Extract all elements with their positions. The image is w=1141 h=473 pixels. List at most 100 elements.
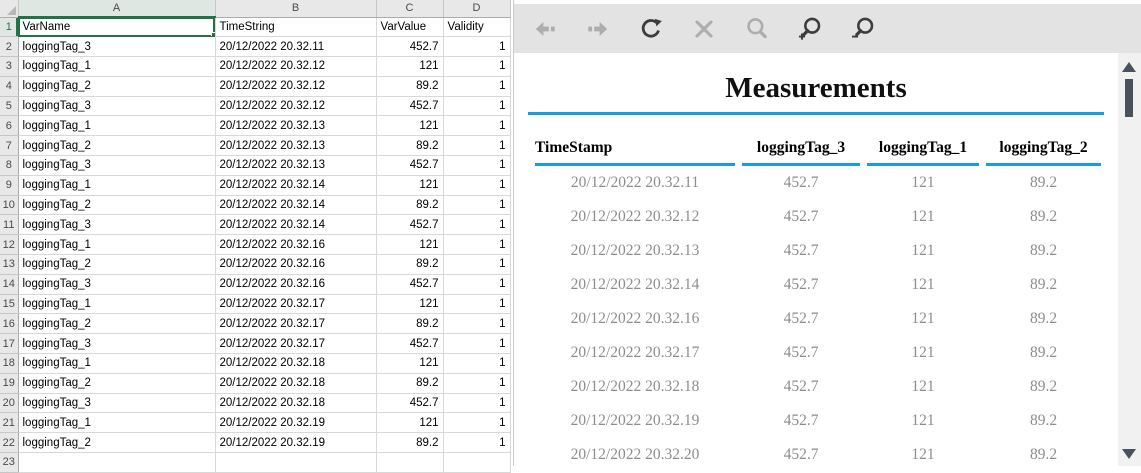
sheet-cell[interactable]: loggingTag_3: [18, 274, 216, 295]
row-number[interactable]: 22: [0, 432, 19, 454]
sheet-cell[interactable]: 20/12/2022 20.32.12: [215, 96, 377, 117]
search-icon[interactable]: [744, 16, 770, 42]
sheet-cell[interactable]: 1: [443, 412, 511, 434]
row-number[interactable]: 18: [0, 353, 19, 374]
row-number[interactable]: 16: [0, 313, 19, 335]
row-number[interactable]: 20: [0, 393, 19, 414]
sheet-cell[interactable]: 121: [376, 234, 444, 256]
sheet-cell[interactable]: 452.7: [376, 155, 444, 176]
scroll-down-arrow-icon[interactable]: [1122, 449, 1136, 459]
column-header-A[interactable]: A: [18, 0, 216, 18]
sheet-cell[interactable]: 121: [376, 412, 444, 434]
sheet-cell[interactable]: 89.2: [376, 373, 444, 394]
sheet-cell[interactable]: loggingTag_1: [18, 412, 216, 434]
sheet-cell[interactable]: loggingTag_1: [18, 175, 216, 196]
sheet-cell[interactable]: loggingTag_3: [18, 36, 216, 58]
sheet-cell[interactable]: 20/12/2022 20.32.13: [215, 115, 377, 137]
sheet-cell[interactable]: 20/12/2022 20.32.18: [215, 353, 377, 374]
sheet-cell[interactable]: loggingTag_1: [18, 56, 216, 77]
row-number[interactable]: 10: [0, 195, 19, 216]
sheet-cell[interactable]: 121: [376, 56, 444, 77]
row-number[interactable]: 19: [0, 373, 19, 394]
column-header-D[interactable]: D: [443, 0, 511, 18]
zoom-out-icon[interactable]: [850, 16, 876, 42]
sheet-cell[interactable]: 1: [443, 234, 511, 256]
sheet-cell[interactable]: loggingTag_2: [18, 195, 216, 216]
sheet-cell[interactable]: 20/12/2022 20.32.11: [215, 36, 377, 58]
sheet-cell[interactable]: 452.7: [376, 393, 444, 414]
sheet-cell[interactable]: 20/12/2022 20.32.19: [215, 432, 377, 454]
row-number[interactable]: 15: [0, 294, 19, 315]
sheet-cell[interactable]: 89.2: [376, 313, 444, 335]
sheet-cell[interactable]: 452.7: [376, 36, 444, 58]
sheet-cell[interactable]: loggingTag_2: [18, 254, 216, 275]
sheet-cell[interactable]: 20/12/2022 20.32.12: [215, 56, 377, 77]
row-number[interactable]: 3: [0, 56, 19, 77]
sheet-cell[interactable]: [443, 452, 511, 473]
row-number[interactable]: 17: [0, 333, 19, 355]
sheet-cell[interactable]: loggingTag_2: [18, 432, 216, 454]
scrollbar-thumb[interactable]: [1125, 79, 1133, 117]
sheet-cell[interactable]: loggingTag_2: [18, 373, 216, 394]
row-number[interactable]: 7: [0, 135, 19, 157]
sheet-cell[interactable]: 1: [443, 373, 511, 394]
sheet-cell[interactable]: [215, 452, 377, 473]
sheet-cell[interactable]: 20/12/2022 20.32.17: [215, 294, 377, 315]
sheet-cell[interactable]: TimeString: [215, 17, 377, 38]
sheet-cell[interactable]: 121: [376, 294, 444, 315]
sheet-cell[interactable]: VarName: [18, 17, 216, 38]
row-number[interactable]: 5: [0, 96, 19, 117]
vertical-scrollbar[interactable]: [1118, 53, 1141, 466]
sheet-cell[interactable]: loggingTag_3: [18, 155, 216, 176]
sheet-cell[interactable]: [376, 452, 444, 473]
sheet-cell[interactable]: 20/12/2022 20.32.13: [215, 155, 377, 176]
sheet-cell[interactable]: 452.7: [376, 96, 444, 117]
sheet-cell[interactable]: loggingTag_2: [18, 313, 216, 335]
scroll-up-arrow-icon[interactable]: [1122, 62, 1136, 72]
row-number[interactable]: 14: [0, 274, 19, 295]
sheet-cell[interactable]: 20/12/2022 20.32.18: [215, 393, 377, 414]
sheet-cell[interactable]: 1: [443, 353, 511, 374]
sheet-cell[interactable]: 1: [443, 115, 511, 137]
sheet-cell[interactable]: VarValue: [376, 17, 444, 38]
sheet-cell[interactable]: 89.2: [376, 432, 444, 454]
sheet-cell[interactable]: 20/12/2022 20.32.14: [215, 195, 377, 216]
sheet-cell[interactable]: 121: [376, 115, 444, 137]
sheet-cell[interactable]: 1: [443, 76, 511, 97]
back-icon[interactable]: [532, 16, 558, 42]
sheet-cell[interactable]: 121: [376, 353, 444, 374]
sheet-cell[interactable]: loggingTag_2: [18, 135, 216, 157]
sheet-cell[interactable]: 20/12/2022 20.32.16: [215, 234, 377, 256]
sheet-cell[interactable]: 1: [443, 333, 511, 355]
sheet-cell[interactable]: loggingTag_1: [18, 115, 216, 137]
sheet-cell[interactable]: 89.2: [376, 76, 444, 97]
sheet-cell[interactable]: 1: [443, 56, 511, 77]
sheet-cell[interactable]: 1: [443, 294, 511, 315]
row-number[interactable]: 8: [0, 155, 19, 176]
sheet-cell[interactable]: 1: [443, 313, 511, 335]
sheet-cell[interactable]: 20/12/2022 20.32.14: [215, 214, 377, 236]
forward-icon[interactable]: [585, 16, 611, 42]
sheet-cell[interactable]: 20/12/2022 20.32.13: [215, 135, 377, 157]
sheet-cell[interactable]: loggingTag_1: [18, 234, 216, 256]
select-all-corner[interactable]: [0, 0, 19, 18]
sheet-cell[interactable]: 20/12/2022 20.32.14: [215, 175, 377, 196]
row-number[interactable]: 9: [0, 175, 19, 196]
sheet-cell[interactable]: 1: [443, 135, 511, 157]
sheet-cell[interactable]: 20/12/2022 20.32.17: [215, 313, 377, 335]
row-number[interactable]: 2: [0, 36, 19, 58]
sheet-cell[interactable]: 1: [443, 96, 511, 117]
row-number[interactable]: 23: [0, 452, 19, 473]
sheet-cell[interactable]: loggingTag_3: [18, 214, 216, 236]
sheet-cell[interactable]: 20/12/2022 20.32.18: [215, 373, 377, 394]
sheet-cell[interactable]: 1: [443, 393, 511, 414]
sheet-cell[interactable]: loggingTag_1: [18, 353, 216, 374]
zoom-in-icon[interactable]: [797, 16, 823, 42]
close-icon[interactable]: [691, 16, 717, 42]
column-header-C[interactable]: C: [376, 0, 444, 18]
sheet-cell[interactable]: 89.2: [376, 195, 444, 216]
sheet-cell[interactable]: 1: [443, 36, 511, 58]
sheet-cell[interactable]: 20/12/2022 20.32.12: [215, 76, 377, 97]
sheet-cell[interactable]: 452.7: [376, 214, 444, 236]
sheet-cell[interactable]: 89.2: [376, 254, 444, 275]
